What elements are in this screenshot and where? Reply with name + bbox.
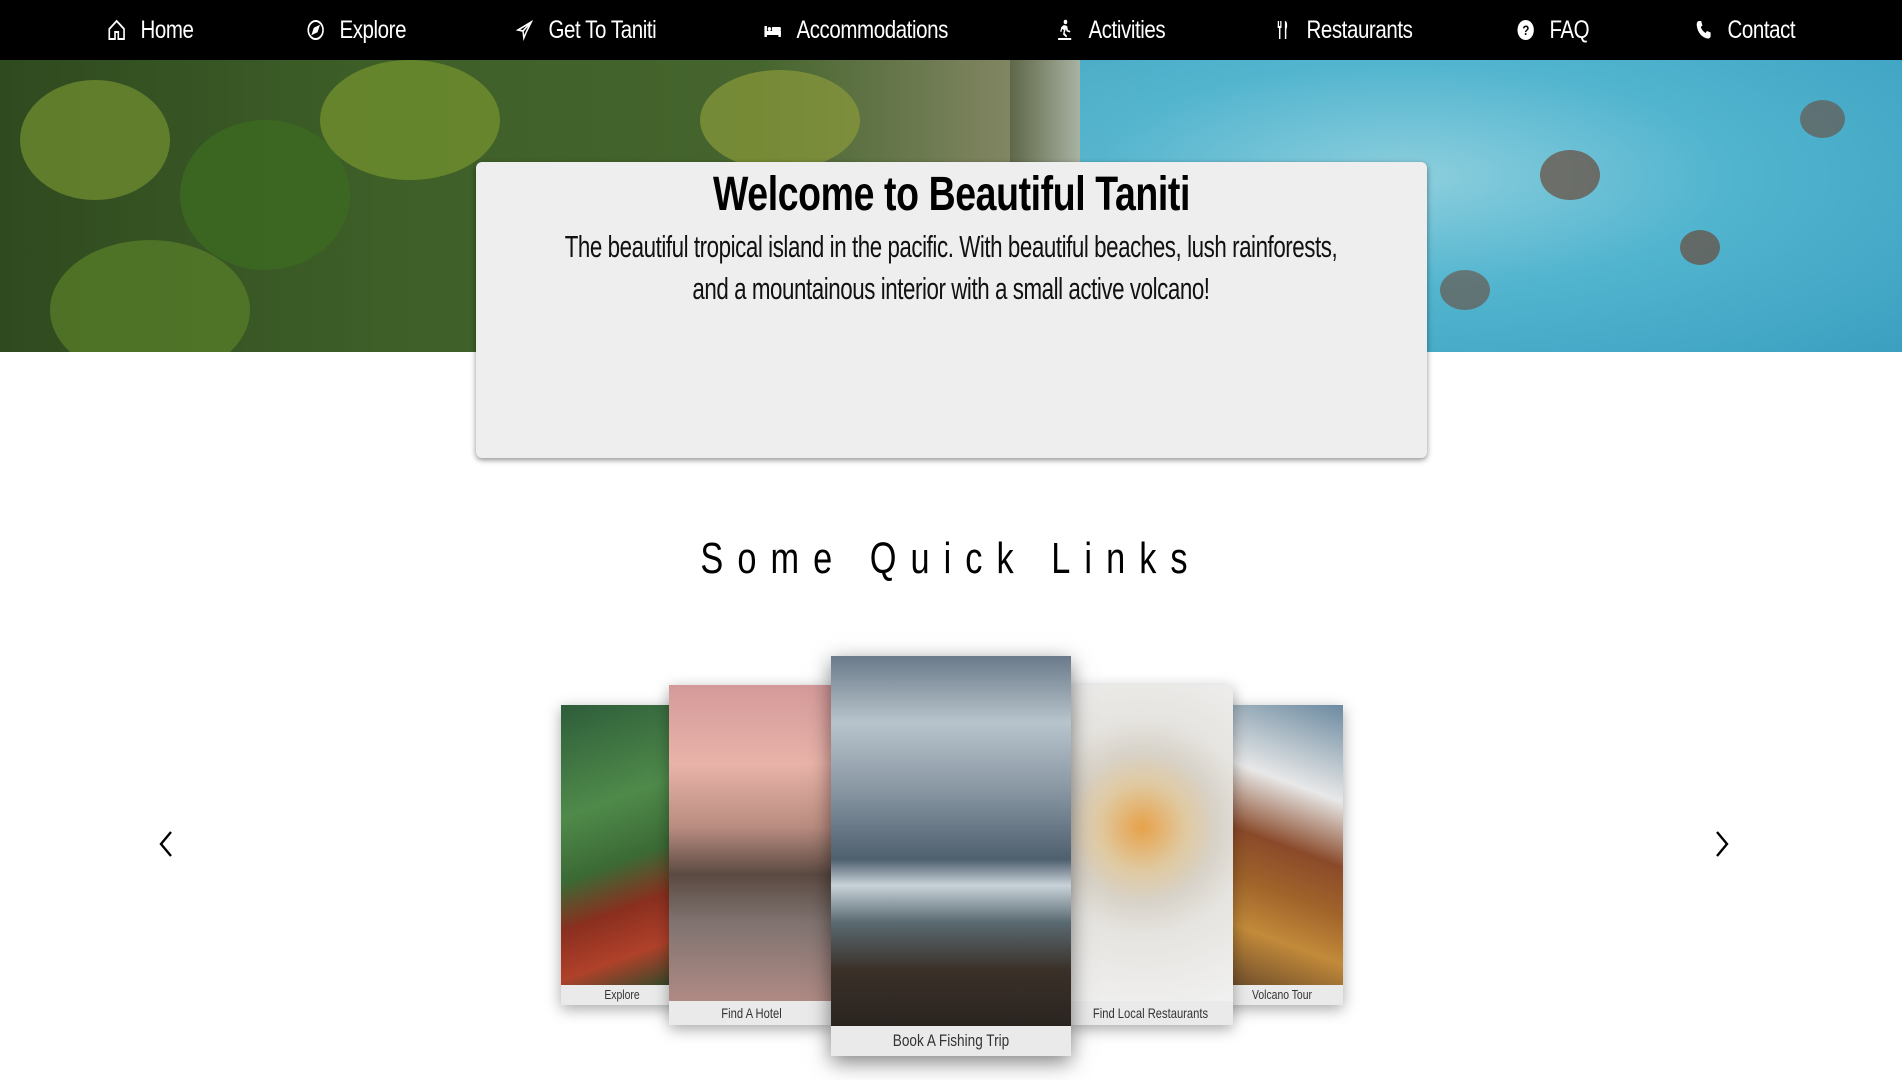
card-caption: Find A Hotel bbox=[721, 1005, 782, 1021]
quick-link-card-volcano-tour[interactable]: Volcano Tour bbox=[1221, 705, 1343, 1005]
utensils-icon bbox=[1272, 17, 1293, 43]
nav-item-accommodations[interactable]: Accommodations bbox=[762, 0, 948, 60]
nav-item-get-to-taniti[interactable]: Get To Taniti bbox=[514, 0, 657, 60]
nav-label: Home bbox=[140, 15, 194, 44]
card-image-volcano bbox=[1221, 705, 1343, 985]
top-nav: Home Explore Get To Taniti Accommodation… bbox=[0, 0, 1902, 60]
plane-icon bbox=[514, 17, 535, 43]
nav-item-home[interactable]: Home bbox=[106, 0, 194, 60]
coral-patch bbox=[1540, 150, 1600, 200]
activity-icon bbox=[1054, 17, 1075, 43]
palm-tree bbox=[320, 60, 500, 180]
nav-label: Activities bbox=[1088, 15, 1166, 44]
quick-link-card-explore[interactable]: Explore bbox=[561, 705, 683, 1005]
nav-item-contact[interactable]: Contact bbox=[1693, 0, 1796, 60]
bed-icon bbox=[762, 17, 783, 43]
home-icon bbox=[106, 17, 127, 43]
carousel-prev-button[interactable] bbox=[148, 824, 184, 864]
nav-item-explore[interactable]: Explore bbox=[305, 0, 406, 60]
chevron-right-icon bbox=[1716, 831, 1729, 857]
quick-link-card-restaurants[interactable]: Find Local Restaurants bbox=[1068, 685, 1233, 1025]
card-image-fishing-boat bbox=[831, 656, 1071, 1026]
card-caption: Find Local Restaurants bbox=[1092, 1005, 1209, 1021]
quick-link-card-fishing-trip[interactable]: Book A Fishing Trip bbox=[831, 656, 1071, 1056]
card-image-rainforest bbox=[561, 705, 683, 985]
carousel-next-button[interactable] bbox=[1704, 824, 1740, 864]
card-caption: Volcano Tour bbox=[1252, 987, 1312, 1002]
coral-patch bbox=[1800, 100, 1845, 138]
phone-icon bbox=[1693, 17, 1714, 43]
coral-patch bbox=[1680, 230, 1720, 265]
welcome-text: The beautiful tropical island in the pac… bbox=[564, 229, 1338, 306]
compass-icon bbox=[305, 17, 326, 43]
card-image-hotel bbox=[669, 685, 834, 1001]
quick-link-card-hotel[interactable]: Find A Hotel bbox=[669, 685, 834, 1025]
nav-label: Explore bbox=[339, 15, 407, 44]
coral-patch bbox=[1440, 270, 1490, 310]
nav-label: Get To Taniti bbox=[548, 15, 657, 44]
nav-label: Contact bbox=[1727, 15, 1796, 44]
chevron-left-icon bbox=[159, 831, 172, 857]
palm-tree bbox=[20, 80, 170, 200]
nav-label: Accommodations bbox=[796, 15, 948, 44]
nav-item-faq[interactable]: ? FAQ bbox=[1515, 0, 1590, 60]
nav-item-activities[interactable]: Activities bbox=[1054, 0, 1166, 60]
palm-tree bbox=[180, 120, 350, 270]
welcome-card: Welcome to Beautiful Taniti The beautifu… bbox=[476, 162, 1427, 458]
nav-label: Restaurants bbox=[1306, 15, 1413, 44]
nav-label: FAQ bbox=[1549, 15, 1590, 44]
card-caption: Explore bbox=[604, 987, 640, 1002]
svg-text:?: ? bbox=[1522, 22, 1529, 38]
card-caption: Book A Fishing Trip bbox=[892, 1031, 1010, 1050]
card-image-food-plate bbox=[1068, 685, 1233, 1001]
welcome-title: Welcome to Beautiful Taniti bbox=[713, 168, 1190, 221]
palm-tree bbox=[700, 70, 860, 170]
nav-item-restaurants[interactable]: Restaurants bbox=[1272, 0, 1413, 60]
question-icon: ? bbox=[1515, 17, 1536, 43]
quick-links-title: Some Quick Links bbox=[700, 534, 1202, 583]
